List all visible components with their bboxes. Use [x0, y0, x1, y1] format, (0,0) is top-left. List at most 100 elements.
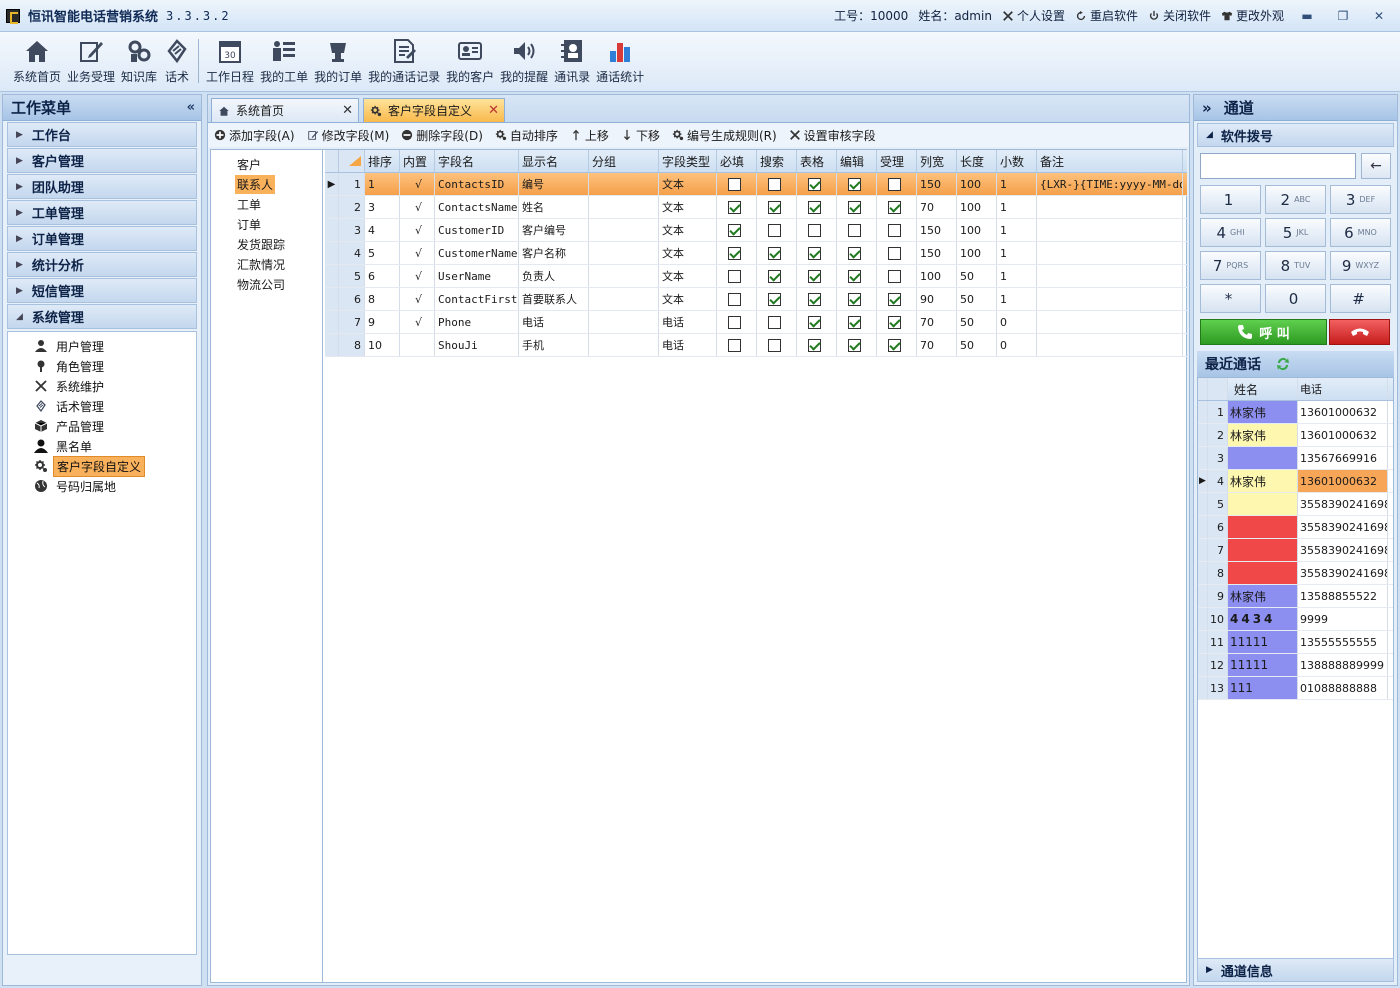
edit-checkbox[interactable]	[848, 292, 861, 306]
edit-checkbox[interactable]	[848, 269, 861, 283]
table-checkbox[interactable]	[808, 246, 821, 260]
field-row[interactable]: ▶ 1 1 √ ContactsID 编号 文本 150 100 1 {LXR-}{TIME:yyy…	[325, 173, 1187, 196]
toolbar-button-3[interactable]: 话术	[160, 33, 194, 91]
title-action-1[interactable]: 重启软件	[1075, 7, 1138, 24]
soft-dial-header[interactable]: ◢ 软件拨号	[1197, 123, 1394, 147]
submenu-item-6[interactable]: 客户字段自定义	[8, 455, 196, 477]
column-header-1[interactable]: 内置	[400, 150, 435, 172]
recent-call-row[interactable]: 9 林家伟 13588855522	[1198, 585, 1393, 608]
toolbar-button-1[interactable]: 业务受理	[64, 33, 118, 91]
action-button-6[interactable]: 编号生成规则(R)	[672, 127, 777, 144]
column-header-10[interactable]: 受理	[877, 150, 917, 172]
menu-item-6[interactable]: ▶ 短信管理	[7, 278, 197, 303]
required-checkbox[interactable]	[728, 223, 741, 237]
recent-call-row[interactable]: 6 355839024169890	[1198, 516, 1393, 539]
recent-call-row[interactable]: 2 林家伟 13601000632	[1198, 424, 1393, 447]
edit-checkbox[interactable]	[848, 315, 861, 329]
recent-call-row[interactable]: 3 13567669916	[1198, 447, 1393, 470]
refresh-icon[interactable]	[1275, 356, 1291, 372]
submenu-item-4[interactable]: 产品管理	[8, 416, 196, 436]
table-checkbox[interactable]	[808, 223, 821, 237]
category-item-4[interactable]: 发货跟踪	[211, 234, 322, 254]
column-header-phone[interactable]: 电话	[1298, 378, 1388, 400]
field-row[interactable]: 8 10 ShouJi 手机 电话 70 50 0	[325, 334, 1187, 357]
column-header-name[interactable]: 姓名	[1228, 378, 1298, 400]
toolbar-button-5[interactable]: 我的工单	[257, 33, 311, 91]
submenu-item-5[interactable]: 黑名单	[8, 436, 196, 456]
dial-key-6[interactable]: 7 PQRS	[1200, 251, 1261, 280]
minimize-button[interactable]: ▬	[1294, 7, 1320, 25]
dial-key-3[interactable]: 4 GHI	[1200, 218, 1261, 247]
edit-checkbox[interactable]	[848, 200, 861, 214]
search-checkbox[interactable]	[768, 338, 781, 352]
tab-0[interactable]: 系统首页 ✕	[211, 98, 359, 122]
recent-call-row[interactable]: 7 355839024169890	[1198, 539, 1393, 562]
column-header-2[interactable]: 字段名	[435, 150, 519, 172]
action-button-5[interactable]: 下移	[621, 127, 660, 144]
table-checkbox[interactable]	[808, 269, 821, 283]
accept-checkbox[interactable]	[888, 338, 901, 352]
toolbar-button-10[interactable]: 通讯录	[551, 33, 593, 91]
menu-item-4[interactable]: ▶ 订单管理	[7, 226, 197, 251]
accept-checkbox[interactable]	[888, 315, 901, 329]
required-checkbox[interactable]	[728, 315, 741, 329]
column-header-11[interactable]: 列宽	[917, 150, 957, 172]
action-button-3[interactable]: 自动排序	[495, 127, 558, 144]
submenu-item-7[interactable]: 号码归属地	[8, 476, 196, 496]
column-header-8[interactable]: 表格	[797, 150, 837, 172]
required-checkbox[interactable]	[728, 338, 741, 352]
action-button-1[interactable]: 修改字段(M)	[307, 127, 389, 144]
category-item-3[interactable]: 订单	[211, 214, 322, 234]
table-checkbox[interactable]	[808, 177, 821, 191]
dial-key-0[interactable]: 1	[1200, 185, 1261, 214]
required-checkbox[interactable]	[728, 177, 741, 191]
dial-key-10[interactable]: 0	[1265, 284, 1326, 313]
category-item-5[interactable]: 汇款情况	[211, 254, 322, 274]
tab-1[interactable]: 客户字段自定义 ✕	[363, 98, 505, 122]
required-checkbox[interactable]	[728, 246, 741, 260]
toolbar-button-0[interactable]: 系统首页	[10, 33, 64, 91]
category-item-0[interactable]: 客户	[211, 154, 322, 174]
field-row[interactable]: 6 8 √ ContactFirst 首要联系人 文本 90 50 1	[325, 288, 1187, 311]
toolbar-button-6[interactable]: 我的订单	[311, 33, 365, 91]
column-header-13[interactable]: 小数	[997, 150, 1037, 172]
recent-call-row[interactable]: 8 355839024169890	[1198, 562, 1393, 585]
column-header-9[interactable]: 编辑	[837, 150, 877, 172]
hang-up-button[interactable]	[1329, 319, 1390, 345]
accept-checkbox[interactable]	[888, 200, 901, 214]
search-checkbox[interactable]	[768, 200, 781, 214]
action-button-4[interactable]: 上移	[570, 127, 609, 144]
edit-checkbox[interactable]	[848, 177, 861, 191]
dial-number-input[interactable]	[1200, 153, 1356, 179]
collapse-sidebar-button[interactable]: «	[187, 100, 195, 115]
field-row[interactable]: 5 6 √ UserName 负责人 文本 100 50 1	[325, 265, 1187, 288]
accept-checkbox[interactable]	[888, 269, 901, 283]
table-checkbox[interactable]	[808, 338, 821, 352]
recent-call-row[interactable]: 12 11111 138888889999	[1198, 654, 1393, 677]
column-header-4[interactable]: 分组	[589, 150, 659, 172]
field-row[interactable]: 4 5 √ CustomerName 客户名称 文本 150 100 1	[325, 242, 1187, 265]
title-action-3[interactable]: 更改外观	[1221, 7, 1284, 24]
close-tab-icon[interactable]: ✕	[342, 103, 353, 118]
required-checkbox[interactable]	[728, 292, 741, 306]
category-item-2[interactable]: 工单	[211, 194, 322, 214]
dial-key-9[interactable]: *	[1200, 284, 1261, 313]
column-header-5[interactable]: 字段类型	[659, 150, 717, 172]
table-checkbox[interactable]	[808, 200, 821, 214]
toolbar-button-8[interactable]: 我的客户	[443, 33, 497, 91]
category-item-6[interactable]: 物流公司	[211, 274, 322, 294]
action-button-2[interactable]: 删除字段(D)	[401, 127, 483, 144]
toolbar-button-2[interactable]: 知识库	[118, 33, 160, 91]
column-header-3[interactable]: 显示名	[519, 150, 589, 172]
menu-item-3[interactable]: ▶ 工单管理	[7, 200, 197, 225]
toolbar-button-4[interactable]: 30 工作日程	[203, 33, 257, 91]
column-header-12[interactable]: 长度	[957, 150, 997, 172]
toolbar-button-9[interactable]: 我的提醒	[497, 33, 551, 91]
column-header-6[interactable]: 必填	[717, 150, 757, 172]
edit-checkbox[interactable]	[848, 246, 861, 260]
call-button[interactable]: 呼 叫	[1200, 319, 1327, 345]
close-tab-icon[interactable]: ✕	[488, 103, 499, 118]
accept-checkbox[interactable]	[888, 292, 901, 306]
submenu-item-2[interactable]: 系统维护	[8, 376, 196, 396]
submenu-item-1[interactable]: 角色管理	[8, 356, 196, 376]
